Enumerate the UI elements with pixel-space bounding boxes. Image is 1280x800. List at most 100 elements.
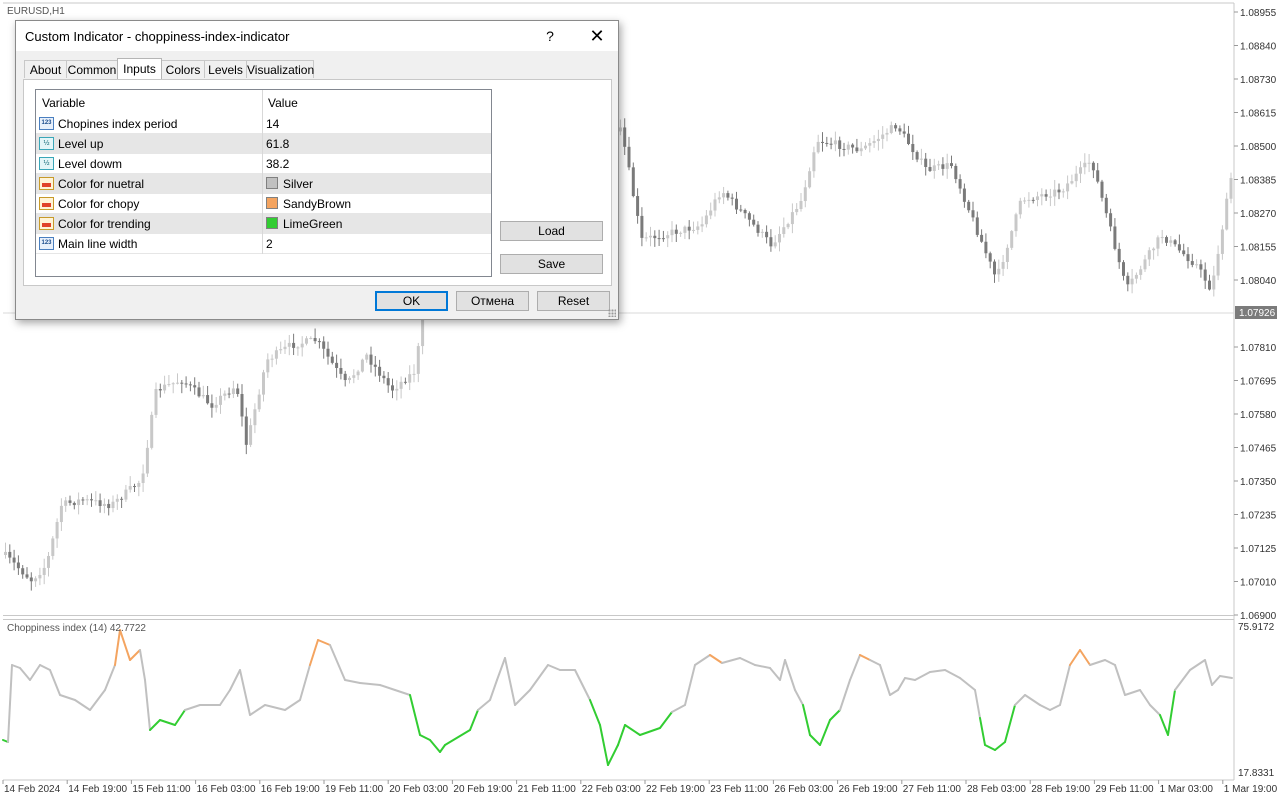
candle-body [704,215,708,225]
time-tick-label: 16 Feb 03:00 [197,784,256,795]
dialog-titlebar[interactable]: Custom Indicator - choppiness-index-indi… [16,21,618,51]
candle-body [1126,275,1130,285]
candle-body [769,237,773,247]
candle-body [950,163,953,166]
candle-body [687,226,691,231]
price-tick-label: 1.08500 [1240,142,1277,153]
ci-segment [19,667,31,681]
tab-colors[interactable]: Colors [161,60,205,78]
ci-segment [802,704,811,736]
input-name: Level up [58,137,104,151]
candle-body [16,562,20,569]
candle-body [799,201,803,209]
ci-segment [49,669,61,696]
ci-segment [139,649,146,681]
ci-segment [344,679,361,684]
ci-segment [329,644,346,681]
resize-grip-icon[interactable] [608,309,616,317]
candle-body [726,193,730,198]
ci-segment [144,679,151,731]
input-row-level-up[interactable]: ½ Level up 61.8 [36,134,491,154]
color-swatch[interactable] [266,197,278,209]
tab-inputs[interactable]: Inputs [117,58,162,79]
candle-body [1109,213,1113,227]
candle-body [1023,200,1027,202]
ci-segment [659,711,673,729]
price-tick-label: 1.08040 [1240,276,1277,287]
input-value[interactable]: 38.2 [266,157,289,171]
price-tick-label: 1.07010 [1240,578,1277,589]
ok-button[interactable]: OK [375,291,448,311]
candle-body [378,366,382,376]
candle-body [1186,254,1190,262]
candle-body [666,235,670,239]
candle-body [330,356,334,363]
candle-body [786,224,790,228]
candle-body [993,261,996,275]
input-value[interactable]: 14 [266,117,279,131]
time-tick-label: 22 Feb 03:00 [582,784,641,795]
candle-body [821,141,824,143]
input-name: Chopines index period [58,117,178,131]
time-tick-label: 28 Feb 19:00 [1031,784,1090,795]
input-row-color-neutral[interactable]: Color for nuetral Silver [36,174,491,194]
input-value[interactable]: Silver [283,177,313,191]
candle-body [709,210,713,216]
candle-body [42,567,46,575]
ci-segment [1024,694,1041,706]
input-row-level-down[interactable]: ½ Level dowm 38.2 [36,154,491,174]
ci-segment [624,724,641,736]
candle-body [859,148,863,152]
load-button[interactable]: Load [500,221,603,241]
input-value[interactable]: 2 [266,237,273,251]
color-swatch[interactable] [266,217,278,229]
candle-body [120,498,124,500]
ci-segment [309,639,319,666]
candle-body [236,388,240,395]
input-row-period[interactable]: 123 Chopines index period 14 [36,114,491,134]
ci-segment [599,724,609,766]
input-row-color-trending[interactable]: Color for trending LimeGreen [36,214,491,234]
help-icon[interactable]: ? [538,25,562,47]
close-icon[interactable]: ✕ [584,25,610,47]
tab-about[interactable]: About [24,60,67,78]
ci-segment [74,699,91,711]
candle-body [408,374,412,383]
price-tick-label: 1.07125 [1240,544,1277,555]
candle-body [674,229,678,234]
color-icon [39,177,54,190]
candle-body [670,229,674,236]
color-swatch[interactable] [266,177,278,189]
tab-levels[interactable]: Levels [204,60,247,78]
cancel-button[interactable]: Отмена [456,291,529,311]
input-row-line-width[interactable]: 123 Main line width 2 [36,234,491,254]
ci-segment [721,657,741,664]
input-value[interactable]: SandyBrown [283,197,351,211]
indicator-scale-min: 17.8331 [1238,768,1275,779]
candle-body [188,384,192,386]
dialog-title: Custom Indicator - choppiness-index-indi… [25,29,290,44]
candle-body [322,341,326,349]
reset-button[interactable]: Reset [537,291,610,311]
tab-visualization[interactable]: Visualization [246,60,314,78]
candle-body [1018,200,1022,215]
candle-body [292,342,296,348]
save-button[interactable]: Save [500,254,603,274]
input-row-color-choppy[interactable]: Color for chopy SandyBrown [36,194,491,214]
candle-body [649,235,652,238]
candle-body [915,152,919,160]
candle-body [227,393,231,395]
candle-body [21,568,25,575]
candle-body [618,127,622,132]
input-value[interactable]: LimeGreen [283,217,342,231]
input-value[interactable]: 61.8 [266,137,289,151]
candle-body [352,375,356,378]
candle-body [253,409,257,426]
ci-segment [914,671,931,681]
candle-body [1027,199,1031,201]
candle-body [300,343,304,348]
ci-segment [239,669,251,716]
tab-common[interactable]: Common [66,60,118,78]
row-separator [262,214,263,234]
candle-body [855,147,859,152]
